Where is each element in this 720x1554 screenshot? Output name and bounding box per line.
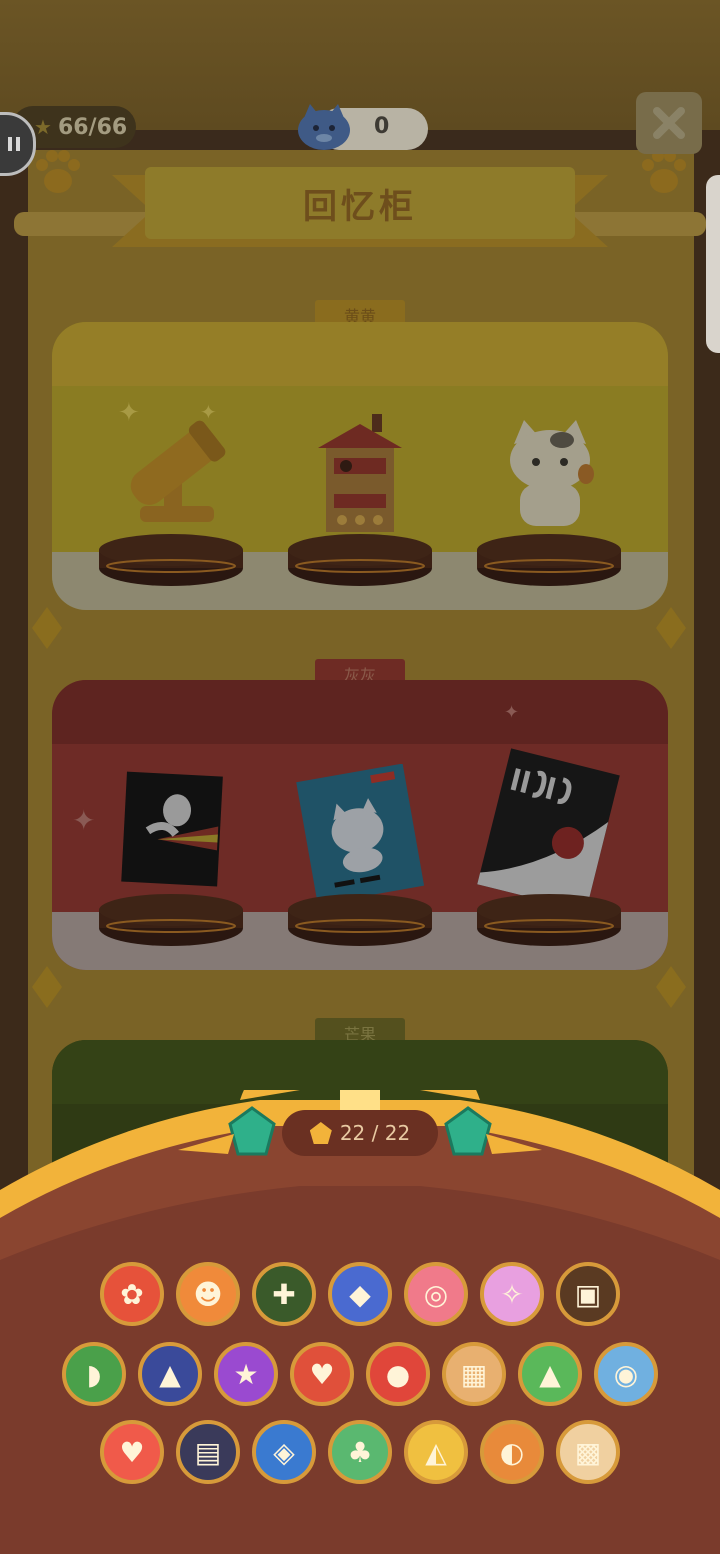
- apple-badge-glyph: ●: [385, 1357, 411, 1391]
- ice-cream-badge-glyph: ♥: [309, 1357, 335, 1391]
- spaceship-badge-glyph: ◉: [613, 1357, 639, 1391]
- flamingo-ring-icon[interactable]: ◎: [404, 1262, 468, 1326]
- spaceship-badge-icon[interactable]: ◉: [594, 1342, 658, 1406]
- pedestal-1: [99, 534, 243, 586]
- star-planet-icon[interactable]: ★: [214, 1342, 278, 1406]
- owl-badge-glyph: ◐: [499, 1435, 525, 1469]
- close-button[interactable]: [636, 92, 702, 154]
- unicorn-badge-icon[interactable]: ✧: [480, 1262, 544, 1326]
- left-wall: [0, 130, 28, 1230]
- memory-cabinet-screen: ★ 66/66 0 回忆柜 黄黄 ✦ ✦ 灰灰 ✦ ✦ 芒果 22 / 22 ✿…: [0, 0, 720, 1554]
- paw-print-icon: [36, 150, 80, 193]
- pedestal-5: [288, 894, 432, 946]
- skateboard-badge-glyph: ◈: [273, 1435, 295, 1469]
- mountain-badge-icon[interactable]: ▲: [518, 1342, 582, 1406]
- balloon-badge-glyph: ♥: [119, 1435, 145, 1469]
- tie-badge-glyph: ◆: [349, 1277, 371, 1311]
- pedestal-6: [477, 894, 621, 946]
- pentagon-gem-icon: [309, 1122, 332, 1144]
- balloon-badge-icon[interactable]: ♥: [100, 1420, 164, 1484]
- flower-badge-icon[interactable]: ✿: [100, 1262, 164, 1326]
- hat-badge-glyph: ◭: [425, 1435, 447, 1469]
- red-roof-house-icon: [318, 414, 402, 532]
- gold-wing-icon: [178, 1134, 234, 1154]
- panda-shield-glyph: ☻: [193, 1277, 223, 1311]
- blue-cat-poster-icon: [296, 764, 424, 902]
- bus-badge-icon[interactable]: ▤: [176, 1420, 240, 1484]
- ice-cream-badge-icon[interactable]: ♥: [290, 1342, 354, 1406]
- hat-badge-icon[interactable]: ◭: [404, 1420, 468, 1484]
- close-icon: [653, 107, 685, 139]
- sparkle-icon: ✦: [72, 804, 96, 837]
- collection-counter: 22 / 22: [282, 1110, 438, 1156]
- rainbow-bird-poster-icon: [121, 771, 223, 887]
- gold-wing-icon: [486, 1134, 542, 1154]
- page-title: 回忆柜: [303, 186, 417, 227]
- pedestal-2: [288, 534, 432, 586]
- bus-badge-glyph: ▤: [194, 1435, 222, 1469]
- sparkle-icon: ✦: [504, 702, 520, 723]
- golden-cannon-icon: [130, 420, 226, 522]
- rocket-badge-icon[interactable]: ▲: [138, 1342, 202, 1406]
- flower-badge-glyph: ✿: [120, 1277, 144, 1311]
- title-banner: 回忆柜: [145, 167, 575, 239]
- gamepad-badge-glyph: ✚: [272, 1277, 296, 1311]
- bread-badge-glyph: ▩: [574, 1435, 602, 1469]
- calico-cat-icon: [510, 420, 594, 526]
- emerald-gem-icon: [444, 1106, 492, 1156]
- watering-can-glyph: ♣: [347, 1435, 373, 1469]
- red-fish-poster-icon: [477, 748, 620, 912]
- treasure-map-icon[interactable]: ▦: [442, 1342, 506, 1406]
- star-planet-glyph: ★: [233, 1357, 259, 1391]
- star-icon: ★: [34, 115, 52, 139]
- pedestal-4: [99, 894, 243, 946]
- pedestal-3: [477, 534, 621, 586]
- bread-badge-icon[interactable]: ▩: [556, 1420, 620, 1484]
- currency-value: 0: [374, 114, 390, 139]
- apple-badge-icon[interactable]: ●: [366, 1342, 430, 1406]
- collection-counter-text: 22 / 22: [339, 1121, 411, 1145]
- mountain-badge-glyph: ▲: [539, 1357, 561, 1391]
- dinosaur-badge-glyph: ◗: [86, 1357, 102, 1391]
- gamepad-badge-icon[interactable]: ✚: [252, 1262, 316, 1326]
- treasure-chest-icon[interactable]: ▣: [556, 1262, 620, 1326]
- skateboard-badge-icon[interactable]: ◈: [252, 1420, 316, 1484]
- treasure-map-glyph: ▦: [460, 1357, 488, 1391]
- unicorn-badge-glyph: ✧: [500, 1277, 524, 1311]
- pause-icon: [8, 137, 20, 151]
- watering-can-icon[interactable]: ♣: [328, 1420, 392, 1484]
- rocket-badge-glyph: ▲: [159, 1357, 181, 1391]
- emerald-gem-icon: [228, 1106, 276, 1156]
- blue-cat-icon: [298, 104, 350, 150]
- treasure-chest-glyph: ▣: [574, 1277, 602, 1311]
- owl-badge-icon[interactable]: ◐: [480, 1420, 544, 1484]
- flamingo-ring-glyph: ◎: [423, 1277, 449, 1311]
- star-count-text: 66/66: [57, 114, 128, 140]
- tie-badge-icon[interactable]: ◆: [328, 1262, 392, 1326]
- side-drawer-handle[interactable]: [706, 175, 720, 353]
- dinosaur-badge-icon[interactable]: ◗: [62, 1342, 126, 1406]
- panda-shield-icon[interactable]: ☻: [176, 1262, 240, 1326]
